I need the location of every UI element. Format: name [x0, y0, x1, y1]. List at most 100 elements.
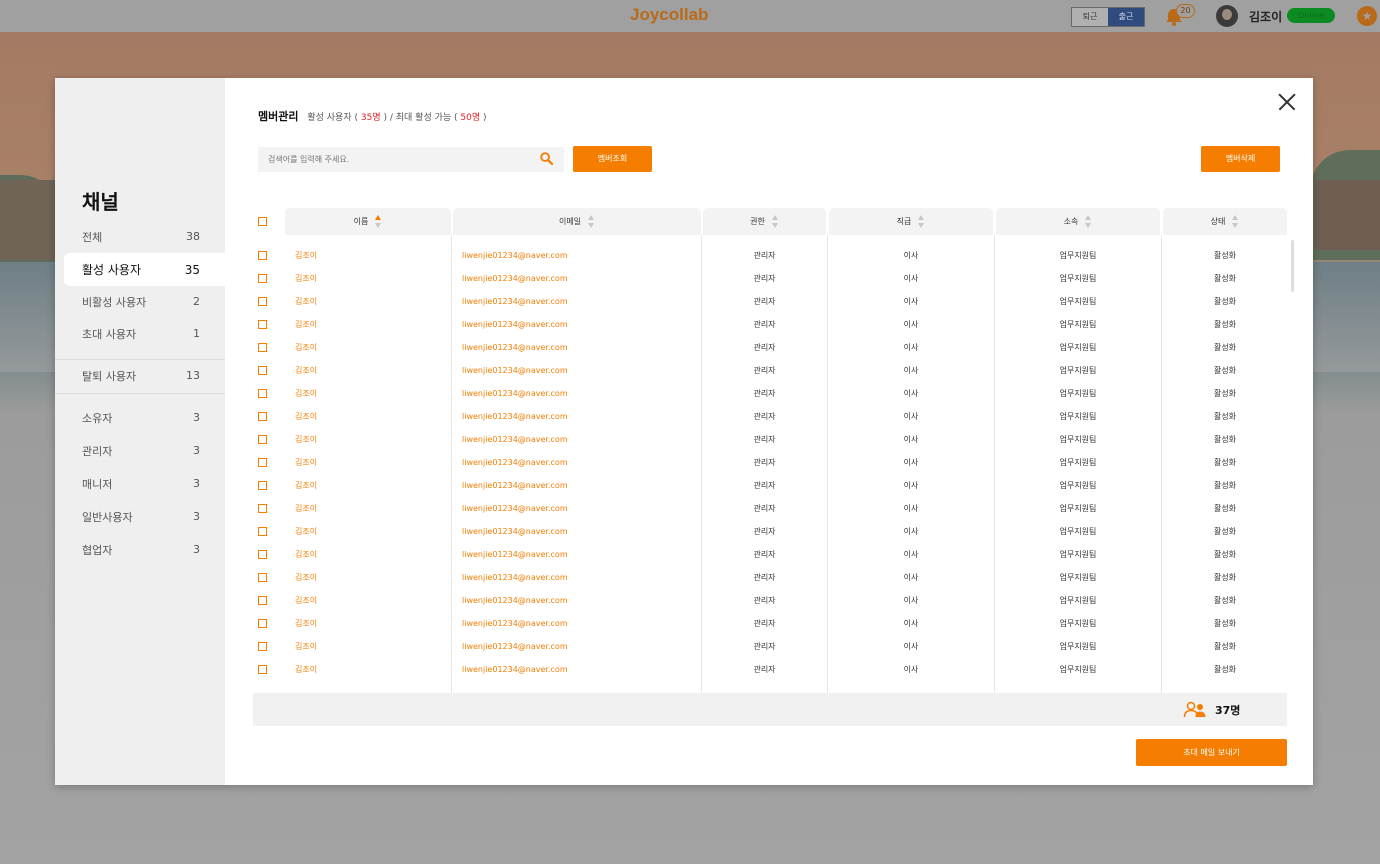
table-row[interactable]: 김조이 liwenjie01234@naver.com 관리자 이사 업무지원팀 활성화 [55, 359, 1313, 382]
cell-name[interactable]: 김조이 [295, 290, 317, 313]
row-checkbox[interactable] [258, 251, 267, 260]
cell-email[interactable]: liwenjie01234@naver.com [462, 520, 568, 543]
table-row[interactable]: 김조이 liwenjie01234@naver.com 관리자 이사 업무지원팀 활성화 [55, 589, 1313, 612]
cell-email[interactable]: liwenjie01234@naver.com [462, 359, 568, 382]
cell-email[interactable]: liwenjie01234@naver.com [462, 428, 568, 451]
avatar[interactable] [1216, 5, 1238, 27]
row-checkbox[interactable] [258, 596, 267, 605]
table-row[interactable]: 김조이 liwenjie01234@naver.com 관리자 이사 업무지원팀 활성화 [55, 497, 1313, 520]
table-row[interactable]: 김조이 liwenjie01234@naver.com 관리자 이사 업무지원팀 활성화 [55, 267, 1313, 290]
cell-email[interactable]: liwenjie01234@naver.com [462, 244, 568, 267]
cell-email[interactable]: liwenjie01234@naver.com [462, 635, 568, 658]
cell-email[interactable]: liwenjie01234@naver.com [462, 313, 568, 336]
table-row[interactable]: 김조이 liwenjie01234@naver.com 관리자 이사 업무지원팀 활성화 [55, 451, 1313, 474]
app-logo[interactable]: Joycollab [630, 5, 708, 25]
cell-name[interactable]: 김조이 [295, 589, 317, 612]
row-checkbox[interactable] [258, 504, 267, 513]
table-row[interactable]: 김조이 liwenjie01234@naver.com 관리자 이사 업무지원팀 활성화 [55, 566, 1313, 589]
cell-name[interactable]: 김조이 [295, 428, 317, 451]
table-row[interactable]: 김조이 liwenjie01234@naver.com 관리자 이사 업무지원팀 활성화 [55, 244, 1313, 267]
row-checkbox[interactable] [258, 389, 267, 398]
cell-email[interactable]: liwenjie01234@naver.com [462, 290, 568, 313]
cell-name[interactable]: 김조이 [295, 451, 317, 474]
row-checkbox[interactable] [258, 435, 267, 444]
table-row[interactable]: 김조이 liwenjie01234@naver.com 관리자 이사 업무지원팀 활성화 [55, 382, 1313, 405]
row-checkbox[interactable] [258, 665, 267, 674]
member-search-button[interactable]: 멤버조회 [573, 146, 652, 172]
row-checkbox[interactable] [258, 366, 267, 375]
cell-name[interactable]: 김조이 [295, 566, 317, 589]
column-header-name[interactable]: 이름 [285, 208, 451, 235]
cell-name[interactable]: 김조이 [295, 336, 317, 359]
sort-icon[interactable] [588, 215, 595, 228]
sort-icon[interactable] [375, 215, 382, 228]
cell-name[interactable]: 김조이 [295, 244, 317, 267]
cell-name[interactable]: 김조이 [295, 658, 317, 681]
row-checkbox[interactable] [258, 642, 267, 651]
sort-icon[interactable] [1232, 215, 1239, 228]
search-input[interactable] [258, 147, 548, 172]
work-toggle[interactable]: 퇴근 출근 [1071, 7, 1145, 27]
row-checkbox[interactable] [258, 619, 267, 628]
row-checkbox[interactable] [258, 458, 267, 467]
row-checkbox[interactable] [258, 481, 267, 490]
cell-name[interactable]: 김조이 [295, 497, 317, 520]
cell-email[interactable]: liwenjie01234@naver.com [462, 589, 568, 612]
row-checkbox[interactable] [258, 412, 267, 421]
table-row[interactable]: 김조이 liwenjie01234@naver.com 관리자 이사 업무지원팀 활성화 [55, 405, 1313, 428]
row-checkbox[interactable] [258, 297, 267, 306]
table-row[interactable]: 김조이 liwenjie01234@naver.com 관리자 이사 업무지원팀 활성화 [55, 658, 1313, 681]
cell-email[interactable]: liwenjie01234@naver.com [462, 382, 568, 405]
table-row[interactable]: 김조이 liwenjie01234@naver.com 관리자 이사 업무지원팀 활성화 [55, 428, 1313, 451]
send-invite-button[interactable]: 초대 메일 보내기 [1136, 739, 1287, 766]
cell-email[interactable]: liwenjie01234@naver.com [462, 566, 568, 589]
row-checkbox[interactable] [258, 527, 267, 536]
table-row[interactable]: 김조이 liwenjie01234@naver.com 관리자 이사 업무지원팀 활성화 [55, 543, 1313, 566]
cell-email[interactable]: liwenjie01234@naver.com [462, 336, 568, 359]
cell-email[interactable]: liwenjie01234@naver.com [462, 612, 568, 635]
user-name[interactable]: 김조이 [1249, 8, 1282, 25]
cell-name[interactable]: 김조이 [295, 543, 317, 566]
select-all-checkbox[interactable] [258, 217, 267, 226]
cell-email[interactable]: liwenjie01234@naver.com [462, 267, 568, 290]
member-delete-button[interactable]: 멤버삭제 [1201, 146, 1280, 172]
cell-name[interactable]: 김조이 [295, 474, 317, 497]
column-header-status[interactable]: 상태 [1163, 208, 1287, 235]
cell-name[interactable]: 김조이 [295, 359, 317, 382]
search-icon[interactable] [540, 152, 553, 165]
sort-icon[interactable] [771, 215, 779, 228]
cell-name[interactable]: 김조이 [295, 405, 317, 428]
row-checkbox[interactable] [258, 343, 267, 352]
table-row[interactable]: 김조이 liwenjie01234@naver.com 관리자 이사 업무지원팀 활성화 [55, 612, 1313, 635]
table-row[interactable]: 김조이 liwenjie01234@naver.com 관리자 이사 업무지원팀 활성화 [55, 336, 1313, 359]
cell-email[interactable]: liwenjie01234@naver.com [462, 543, 568, 566]
table-row[interactable]: 김조이 liwenjie01234@naver.com 관리자 이사 업무지원팀 활성화 [55, 313, 1313, 336]
status-badge[interactable]: Online [1287, 8, 1335, 23]
cell-email[interactable]: liwenjie01234@naver.com [462, 451, 568, 474]
row-checkbox[interactable] [258, 274, 267, 283]
cell-name[interactable]: 김조이 [295, 520, 317, 543]
sort-icon[interactable] [918, 215, 925, 228]
table-row[interactable]: 김조이 liwenjie01234@naver.com 관리자 이사 업무지원팀 활성화 [55, 635, 1313, 658]
cell-name[interactable]: 김조이 [295, 635, 317, 658]
table-scrollbar[interactable] [1291, 240, 1294, 292]
cell-email[interactable]: liwenjie01234@naver.com [462, 405, 568, 428]
column-header-role[interactable]: 권한 [703, 208, 826, 235]
toggle-arrive[interactable]: 출근 [1108, 8, 1144, 26]
cell-name[interactable]: 김조이 [295, 267, 317, 290]
cell-email[interactable]: liwenjie01234@naver.com [462, 658, 568, 681]
star-icon[interactable]: ★ [1357, 6, 1377, 26]
row-checkbox[interactable] [258, 320, 267, 329]
row-checkbox[interactable] [258, 573, 267, 582]
cell-name[interactable]: 김조이 [295, 313, 317, 336]
table-row[interactable]: 김조이 liwenjie01234@naver.com 관리자 이사 업무지원팀 활성화 [55, 520, 1313, 543]
sort-icon[interactable] [1085, 215, 1092, 228]
cell-email[interactable]: liwenjie01234@naver.com [462, 497, 568, 520]
table-row[interactable]: 김조이 liwenjie01234@naver.com 관리자 이사 업무지원팀 활성화 [55, 290, 1313, 313]
cell-email[interactable]: liwenjie01234@naver.com [462, 474, 568, 497]
table-row[interactable]: 김조이 liwenjie01234@naver.com 관리자 이사 업무지원팀 활성화 [55, 474, 1313, 497]
cell-name[interactable]: 김조이 [295, 612, 317, 635]
column-header-dept[interactable]: 소속 [996, 208, 1160, 235]
close-icon[interactable] [1278, 93, 1296, 111]
column-header-email[interactable]: 이메일 [453, 208, 701, 235]
